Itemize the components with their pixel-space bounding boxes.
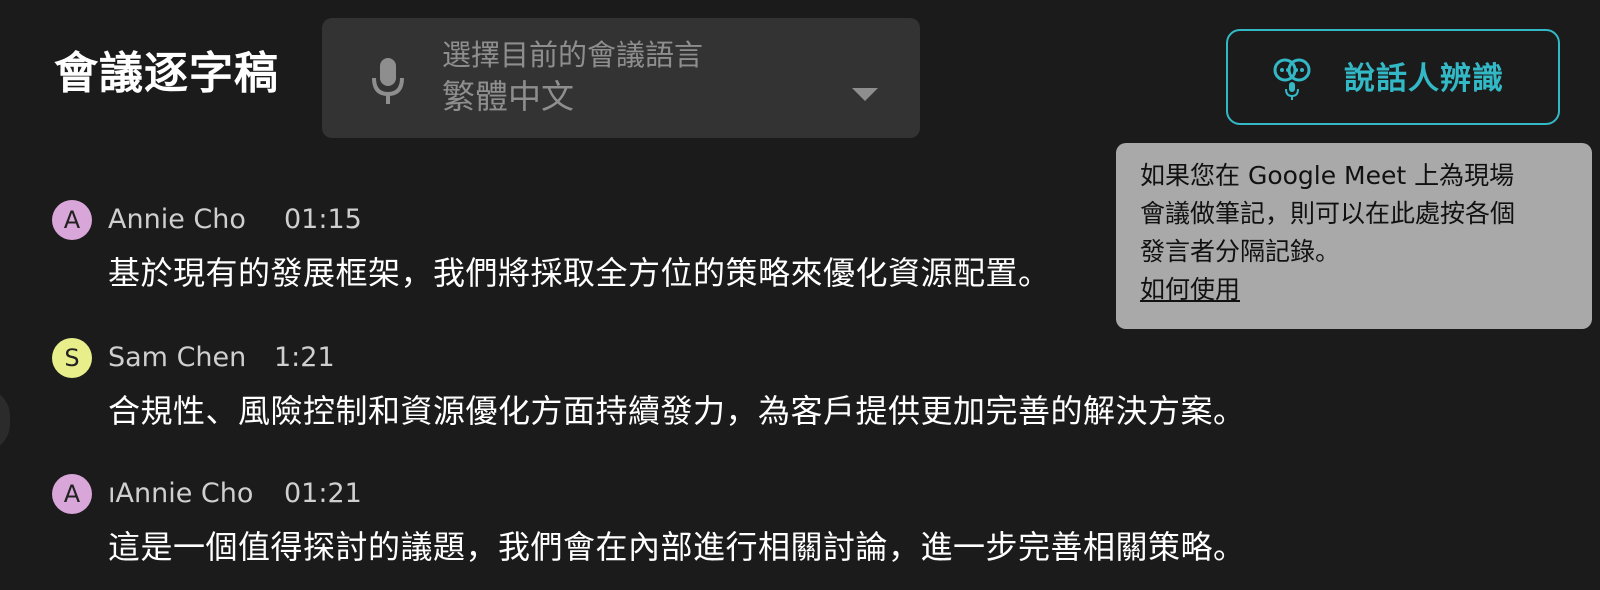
- side-panel-handle[interactable]: [0, 388, 10, 452]
- tooltip-line: 會議做筆記，則可以在此處按各個: [1140, 199, 1516, 228]
- language-select[interactable]: 選擇目前的會議語言 繁體中文: [322, 18, 920, 138]
- speaker-identification-tooltip: 如果您在 Google Meet 上為現場 會議做筆記，則可以在此處按各個 發言…: [1116, 143, 1592, 329]
- language-value: 繁體中文: [442, 77, 574, 116]
- tooltip-line: 如果您在 Google Meet 上為現場: [1140, 161, 1515, 190]
- how-to-use-link[interactable]: 如何使用: [1140, 271, 1572, 309]
- speaker-identification-label: 說話人辨識: [1344, 61, 1504, 97]
- speaker-identification-icon: [1272, 55, 1312, 101]
- transcript-text: 合規性、風險控制和資源優化方面持續發力，為客戶提供更加完善的解決方案。: [108, 392, 1246, 430]
- chevron-down-icon: [852, 88, 878, 101]
- speaker-name: Annie Cho: [108, 204, 246, 235]
- microphone-icon: [368, 56, 408, 106]
- avatar: A: [52, 200, 92, 240]
- speaker-name: Sam Chen: [108, 342, 247, 373]
- avatar: S: [52, 338, 92, 378]
- speaker-name: ıAnnie Cho: [108, 478, 254, 509]
- transcript-page: 會議逐字稿 選擇目前的會議語言 繁體中文 說話人辨識 如果您在 Google M…: [0, 0, 1600, 590]
- language-label: 選擇目前的會議語言: [442, 38, 704, 72]
- timestamp: 01:21: [284, 478, 362, 509]
- page-title: 會議逐字稿: [54, 48, 279, 99]
- timestamp: 1:21: [274, 342, 335, 373]
- tooltip-line: 發言者分隔記錄。: [1140, 237, 1341, 266]
- speaker-identification-button[interactable]: 說話人辨識: [1226, 29, 1560, 125]
- avatar: A: [52, 474, 92, 514]
- transcript-text: 這是一個值得探討的議題，我們會在內部進行相關討論，進一步完善相關策略。: [108, 528, 1246, 566]
- transcript-text: 基於現有的發展框架，我們將採取全方位的策略來優化資源配置。: [108, 254, 1051, 292]
- timestamp: 01:15: [284, 204, 362, 235]
